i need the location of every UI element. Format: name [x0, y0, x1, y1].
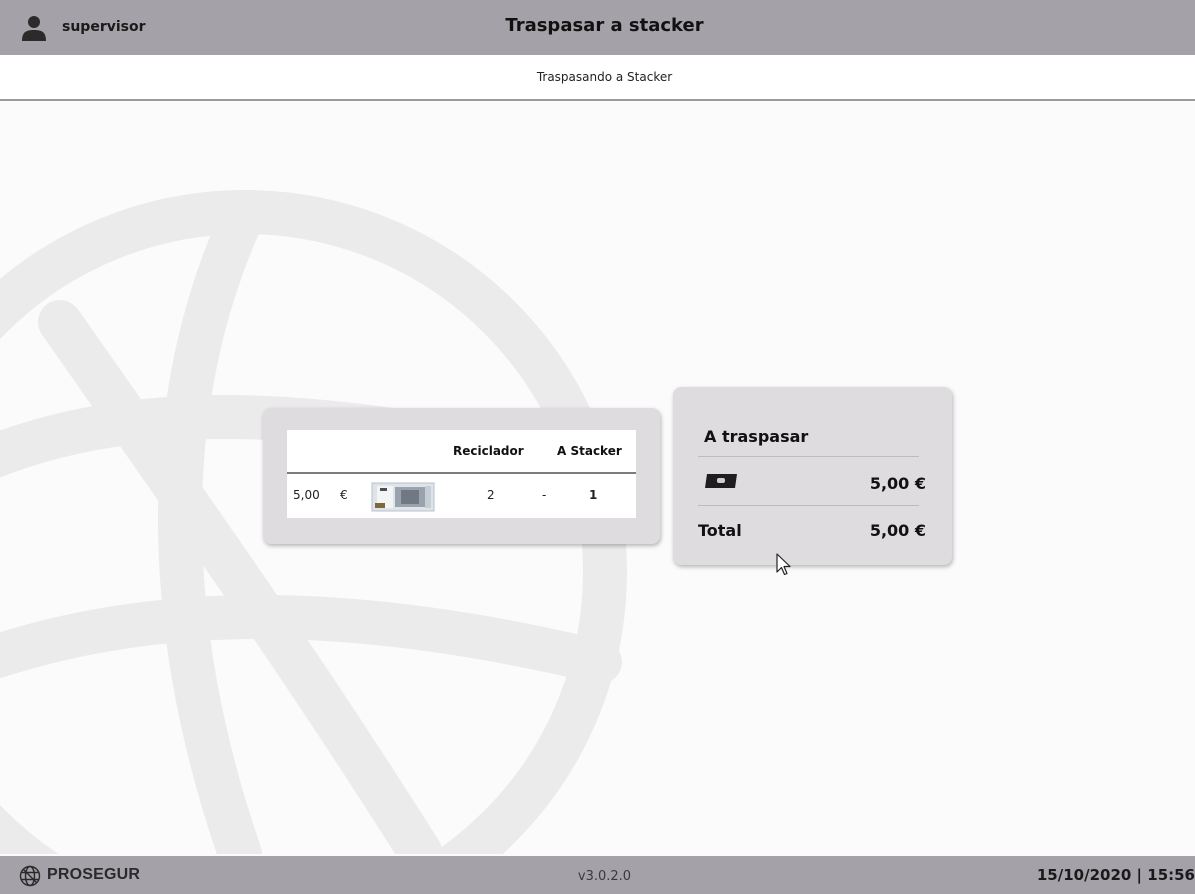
status-bar: Traspasando a Stacker	[0, 55, 1195, 101]
denomination-table: Reciclador A Stacker 5,00 € 2 - 1	[287, 430, 636, 518]
summary-divider	[698, 456, 919, 457]
column-header-a-stacker: A Stacker	[557, 444, 622, 458]
footer-bar: PROSEGUR v3.0.2.0 15/10/2020 | 15:56	[0, 856, 1195, 894]
top-bar: supervisor Traspasar a stacker	[0, 0, 1195, 55]
transfer-summary-panel: A traspasar 5,00 € Total 5,00 €	[673, 387, 952, 565]
total-amount: 5,00 €	[869, 521, 926, 540]
currency-symbol: €	[340, 488, 348, 502]
banknote-icon	[705, 474, 737, 488]
denomination-value: 5,00	[293, 488, 320, 502]
transfer-detail-panel: Reciclador A Stacker 5,00 € 2 - 1	[263, 408, 660, 544]
table-row: 5,00 € 2 - 1	[287, 474, 636, 518]
separator-dash: -	[542, 488, 547, 502]
status-message: Traspasando a Stacker	[536, 70, 673, 84]
datetime-label: 15/10/2020 | 15:56	[1036, 866, 1195, 884]
version-label: v3.0.2.0	[577, 869, 632, 884]
summary-title: A traspasar	[704, 427, 809, 446]
notes-amount: 5,00 €	[869, 474, 926, 493]
page-title: Traspasar a stacker	[505, 15, 704, 36]
reciclador-count: 2	[487, 488, 495, 502]
banknote-icon	[371, 482, 435, 512]
column-header-reciclador: Reciclador	[453, 444, 524, 458]
total-label: Total	[698, 521, 742, 540]
total-divider	[698, 505, 919, 506]
mouse-cursor-icon	[776, 553, 791, 576]
stacker-count: 1	[589, 488, 598, 502]
